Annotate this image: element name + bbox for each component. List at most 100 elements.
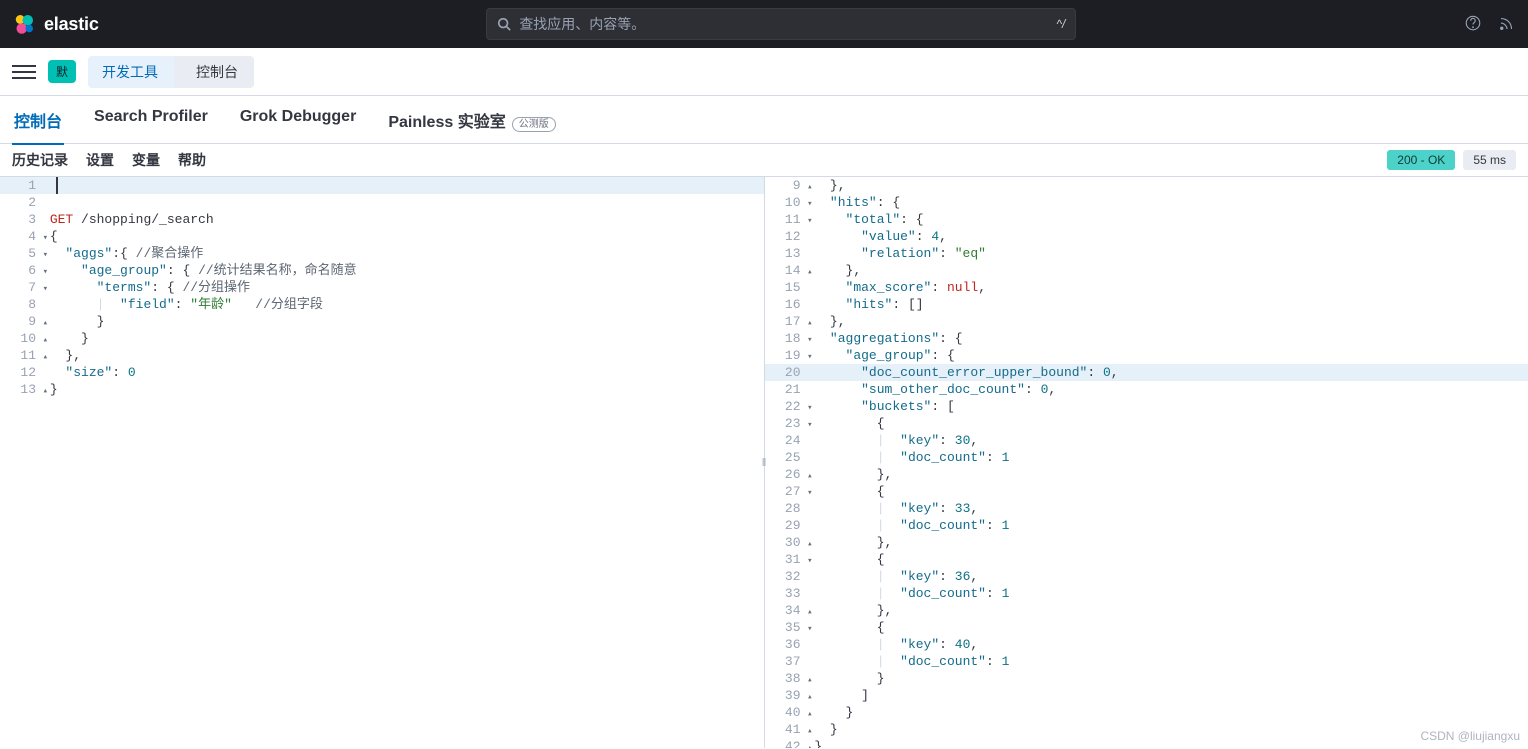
fold-icon[interactable]: ▾ xyxy=(807,400,812,417)
code-line[interactable]: 42▴ } xyxy=(765,738,1528,748)
code-line[interactable]: 20 "doc_count_error_upper_bound": 0, xyxy=(765,364,1528,381)
code-line[interactable]: 2 xyxy=(0,194,764,211)
code-line[interactable]: 31▾ { xyxy=(765,551,1528,568)
newsfeed-icon[interactable] xyxy=(1498,14,1516,35)
tab-0[interactable]: 控制台 xyxy=(12,96,64,144)
code-line[interactable]: 1 xyxy=(0,177,764,194)
nav-toggle-button[interactable] xyxy=(12,60,36,84)
code-line[interactable]: 15 "max_score": null, xyxy=(765,279,1528,296)
code-line[interactable]: 36 | "key": 40, xyxy=(765,636,1528,653)
code-line[interactable]: 29 | "doc_count": 1 xyxy=(765,517,1528,534)
code-line[interactable]: 37 | "doc_count": 1 xyxy=(765,653,1528,670)
code-line[interactable]: 28 | "key": 33, xyxy=(765,500,1528,517)
code-line[interactable]: 23▾ { xyxy=(765,415,1528,432)
code-line[interactable]: 25 | "doc_count": 1 xyxy=(765,449,1528,466)
toolbar-item-3[interactable]: 帮助 xyxy=(178,150,206,170)
code-line[interactable]: 40▴ } xyxy=(765,704,1528,721)
fold-icon[interactable]: ▾ xyxy=(43,247,48,264)
tab-1[interactable]: Search Profiler xyxy=(92,96,210,144)
code-line[interactable]: 17▴ }, xyxy=(765,313,1528,330)
code-content: "aggs":{ //聚合操作 xyxy=(42,246,203,261)
code-content: "total": { xyxy=(807,212,924,227)
code-line[interactable]: 13▴ } xyxy=(0,381,764,398)
code-line[interactable]: 32 | "key": 36, xyxy=(765,568,1528,585)
code-line[interactable]: 6▾ "age_group": { //统计结果名称，命名随意 xyxy=(0,262,764,279)
help-icon[interactable] xyxy=(1464,14,1482,35)
code-line[interactable]: 21 "sum_other_doc_count": 0, xyxy=(765,381,1528,398)
fold-icon[interactable]: ▾ xyxy=(807,196,812,213)
tab-2[interactable]: Grok Debugger xyxy=(238,96,358,144)
fold-icon[interactable]: ▾ xyxy=(807,332,812,349)
code-line[interactable]: 3 GET /shopping/_search xyxy=(0,211,764,228)
fold-icon[interactable]: ▾ xyxy=(807,417,812,434)
code-line[interactable]: 16 "hits": [] xyxy=(765,296,1528,313)
code-line[interactable]: 22▾ "buckets": [ xyxy=(765,398,1528,415)
fold-icon[interactable]: ▾ xyxy=(807,485,812,502)
code-content: "age_group": { //统计结果名称，命名随意 xyxy=(42,263,357,278)
code-line[interactable]: 4▾ { xyxy=(0,228,764,245)
code-line[interactable]: 12 "size": 0 xyxy=(0,364,764,381)
fold-icon[interactable]: ▴ xyxy=(43,383,48,400)
fold-icon[interactable]: ▴ xyxy=(807,315,812,332)
code-line[interactable]: 11▴ }, xyxy=(0,347,764,364)
fold-icon[interactable]: ▴ xyxy=(43,332,48,349)
response-viewer[interactable]: 9▴ },10▾ "hits": {11▾ "total": {12 "valu… xyxy=(765,177,1528,748)
code-line[interactable]: 10▴ } xyxy=(0,330,764,347)
code-line[interactable]: 38▴ } xyxy=(765,670,1528,687)
fold-icon[interactable]: ▾ xyxy=(807,553,812,570)
tab-3[interactable]: Painless 实验室公测版 xyxy=(386,96,557,144)
brand-logo[interactable]: elastic xyxy=(12,12,99,36)
code-line[interactable]: 9▴ } xyxy=(0,313,764,330)
code-line[interactable]: 13 "relation": "eq" xyxy=(765,245,1528,262)
breadcrumb-item-devtools[interactable]: 开发工具 xyxy=(88,56,174,88)
fold-icon[interactable]: ▴ xyxy=(807,723,812,740)
fold-icon[interactable]: ▴ xyxy=(807,468,812,485)
code-line[interactable]: 39▴ ] xyxy=(765,687,1528,704)
fold-icon[interactable]: ▴ xyxy=(807,740,812,748)
toolbar-item-2[interactable]: 变量 xyxy=(132,150,160,170)
fold-icon[interactable]: ▴ xyxy=(807,264,812,281)
fold-icon[interactable]: ▾ xyxy=(43,281,48,298)
fold-icon[interactable]: ▴ xyxy=(807,706,812,723)
line-number: 8 xyxy=(0,296,42,313)
code-line[interactable]: 10▾ "hits": { xyxy=(765,194,1528,211)
toolbar-item-0[interactable]: 历史记录 xyxy=(12,150,68,170)
code-line[interactable]: 41▴ } xyxy=(765,721,1528,738)
code-line[interactable]: 19▾ "age_group": { xyxy=(765,347,1528,364)
code-line[interactable]: 12 "value": 4, xyxy=(765,228,1528,245)
fold-icon[interactable]: ▾ xyxy=(807,621,812,638)
line-number: 12 xyxy=(765,228,807,245)
fold-icon[interactable]: ▾ xyxy=(43,230,48,247)
code-line[interactable]: 18▾ "aggregations": { xyxy=(765,330,1528,347)
code-line[interactable]: 35▾ { xyxy=(765,619,1528,636)
toolbar-item-1[interactable]: 设置 xyxy=(86,150,114,170)
fold-icon[interactable]: ▴ xyxy=(807,689,812,706)
code-line[interactable]: 7▾ "terms": { //分组操作 xyxy=(0,279,764,296)
fold-icon[interactable]: ▴ xyxy=(43,349,48,366)
fold-icon[interactable]: ▴ xyxy=(807,604,812,621)
code-line[interactable]: 8 | "field": "年龄" //分组字段 xyxy=(0,296,764,313)
fold-icon[interactable]: ▾ xyxy=(807,213,812,230)
fold-icon[interactable]: ▴ xyxy=(43,315,48,332)
line-number: 19▾ xyxy=(765,347,807,364)
code-line[interactable]: 9▴ }, xyxy=(765,177,1528,194)
code-line[interactable]: 24 | "key": 30, xyxy=(765,432,1528,449)
global-search[interactable]: 查找应用、内容等。 ^/ xyxy=(486,8,1076,40)
code-line[interactable]: 27▾ { xyxy=(765,483,1528,500)
code-line[interactable]: 30▴ }, xyxy=(765,534,1528,551)
code-line[interactable]: 26▴ }, xyxy=(765,466,1528,483)
code-line[interactable]: 34▴ }, xyxy=(765,602,1528,619)
breadcrumb-item-console[interactable]: 控制台 xyxy=(174,56,254,88)
fold-icon[interactable]: ▾ xyxy=(807,349,812,366)
code-line[interactable]: 14▴ }, xyxy=(765,262,1528,279)
request-editor[interactable]: 1 2 3 GET /shopping/_search4▾ {5▾ "aggs"… xyxy=(0,177,764,748)
fold-icon[interactable]: ▴ xyxy=(807,672,812,689)
space-badge[interactable]: 默 xyxy=(48,60,76,83)
code-line[interactable]: 33 | "doc_count": 1 xyxy=(765,585,1528,602)
fold-icon[interactable]: ▴ xyxy=(807,179,812,196)
fold-icon[interactable]: ▾ xyxy=(43,264,48,281)
fold-icon[interactable]: ▴ xyxy=(807,536,812,553)
code-line[interactable]: 5▾ "aggs":{ //聚合操作 xyxy=(0,245,764,262)
code-line[interactable]: 11▾ "total": { xyxy=(765,211,1528,228)
line-number: 4▾ xyxy=(0,228,42,245)
